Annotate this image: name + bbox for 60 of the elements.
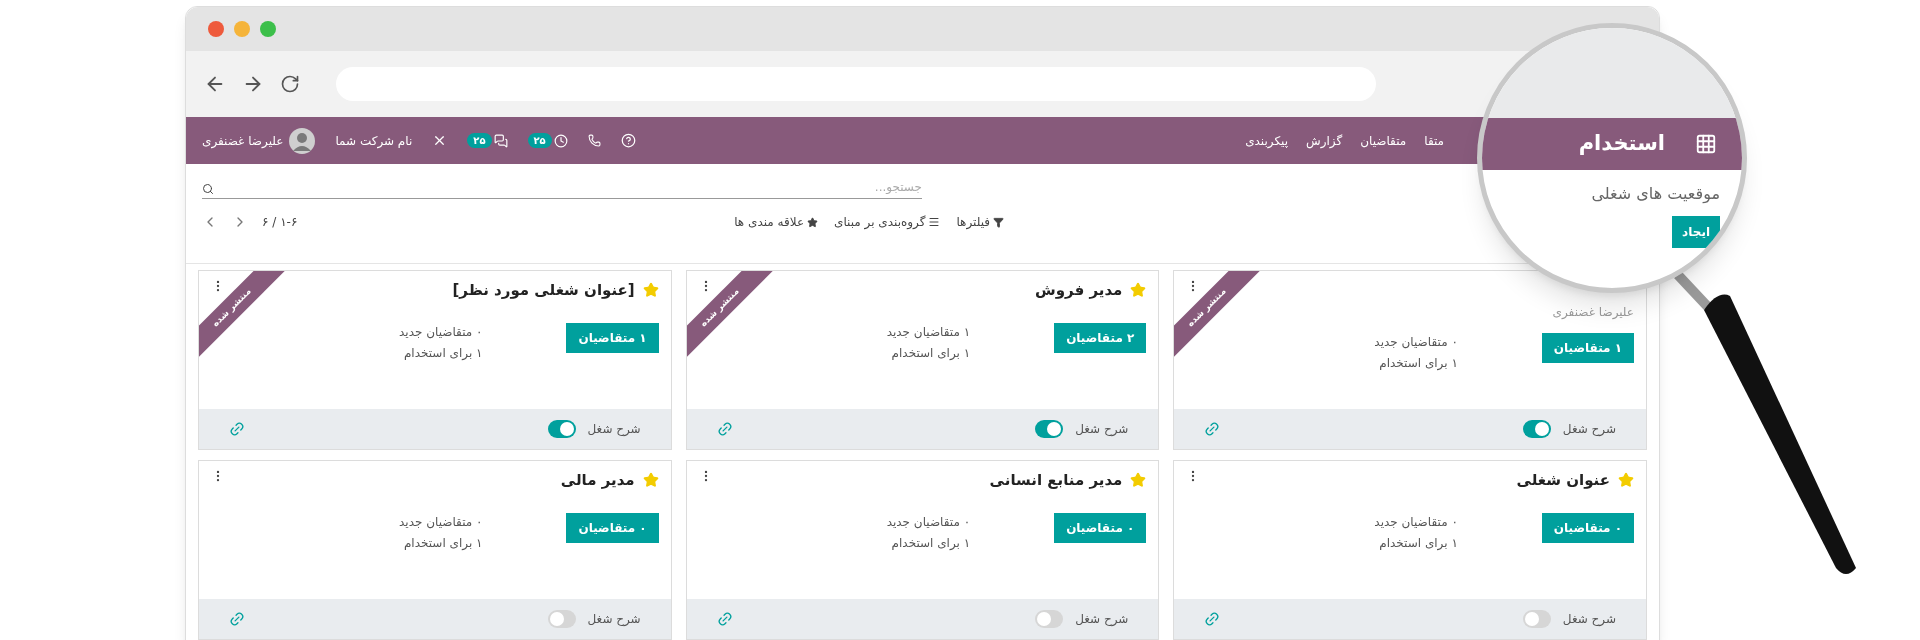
- job-title[interactable]: مدیر فروش: [1035, 279, 1123, 302]
- publish-toggle[interactable]: [1522, 420, 1551, 438]
- menu-item[interactable]: پیکربندی: [1245, 131, 1289, 150]
- job-description-label: شرح شغل: [1562, 421, 1616, 438]
- list-icon: [928, 216, 941, 228]
- search-icon: [202, 182, 214, 195]
- user-name[interactable]: علیرضا غضنفری: [202, 131, 284, 150]
- star-icon[interactable]: [642, 472, 659, 489]
- filter-icon: [993, 216, 1004, 228]
- job-title[interactable]: مدیر مالی: [560, 469, 635, 492]
- job-title[interactable]: مدیر منابع انسانی: [989, 469, 1123, 492]
- job-description-label: شرح شغل: [587, 421, 641, 438]
- reload-icon[interactable]: [280, 74, 300, 94]
- star-icon[interactable]: [1618, 472, 1634, 489]
- job-description-label: شرح شغل: [1562, 611, 1616, 628]
- job-description-label: شرح شغل: [1075, 421, 1129, 438]
- new-applicants-text[interactable]: ۰ متقاضیان جدید: [399, 323, 483, 341]
- search-field[interactable]: جستجو...: [202, 178, 922, 199]
- pager-text: ۱-۶ / ۶: [262, 214, 298, 231]
- publish-toggle[interactable]: [1522, 610, 1551, 628]
- menu-item[interactable]: گزارش: [1306, 131, 1343, 150]
- publish-toggle[interactable]: [547, 420, 576, 438]
- new-applicants-text[interactable]: ۰ متقاضیان جدید: [1374, 333, 1458, 351]
- new-applicants-text[interactable]: ۱ متقاضیان جدید: [886, 323, 971, 341]
- publish-toggle[interactable]: [1035, 610, 1064, 628]
- filter-menu-button[interactable]: علاقه مندی ها: [734, 213, 819, 231]
- publish-toggle[interactable]: [547, 610, 576, 628]
- apps-menu-icon[interactable]: [1695, 133, 1717, 155]
- job-description-label: شرح شغل: [587, 611, 641, 628]
- job-subtitle: علیرضا غضنفری: [1551, 304, 1635, 321]
- star-icon[interactable]: [1130, 282, 1147, 299]
- menu-item[interactable]: متقاضیان: [1360, 131, 1407, 150]
- star-icon[interactable]: [1130, 472, 1147, 489]
- new-applicants-text[interactable]: ۰ متقاضیان جدید: [886, 513, 971, 531]
- clock-icon[interactable]: [553, 133, 568, 148]
- new-applicants-text[interactable]: ۰ متقاضیان جدید: [399, 513, 483, 531]
- chat-badge: ۲۵: [467, 133, 492, 148]
- star-icon[interactable]: [642, 282, 659, 299]
- new-applicants-text[interactable]: ۰ متقاضیان جدید: [1374, 513, 1458, 531]
- job-title[interactable]: [عنوان شغلی مورد نظر]: [452, 279, 635, 302]
- company-name[interactable]: نام شرکت شما: [335, 131, 413, 150]
- activity-badge: ۲۵: [527, 133, 552, 148]
- filter-menu-button[interactable]: گروه‌بندی بر مبنای: [834, 213, 941, 231]
- star-icon: [807, 216, 819, 228]
- menu-item[interactable]: متقا: [1424, 131, 1444, 150]
- publish-toggle[interactable]: [1035, 420, 1064, 438]
- to-hire-text: ۱ برای استخدام: [402, 535, 483, 552]
- phone-icon[interactable]: [587, 134, 601, 147]
- breadcrumb-title: موقعیت های شغلی: [1591, 183, 1720, 206]
- job-description-label: شرح شغل: [1075, 611, 1129, 628]
- job-title[interactable]: عنوان شغلی: [1516, 469, 1610, 492]
- to-hire-text: ۱ برای استخدام: [1378, 355, 1458, 372]
- to-hire-text: ۱ برای استخدام: [890, 535, 971, 552]
- chat-icon[interactable]: [493, 133, 508, 148]
- to-hire-text: ۱ برای استخدام: [1378, 535, 1458, 552]
- filter-menu-button[interactable]: فیلترها: [956, 213, 1004, 231]
- to-hire-text: ۱ برای استخدام: [890, 345, 971, 362]
- avatar-icon[interactable]: [289, 127, 316, 154]
- to-hire-text: ۱ برای استخدام: [402, 345, 483, 362]
- help-icon[interactable]: [620, 133, 636, 148]
